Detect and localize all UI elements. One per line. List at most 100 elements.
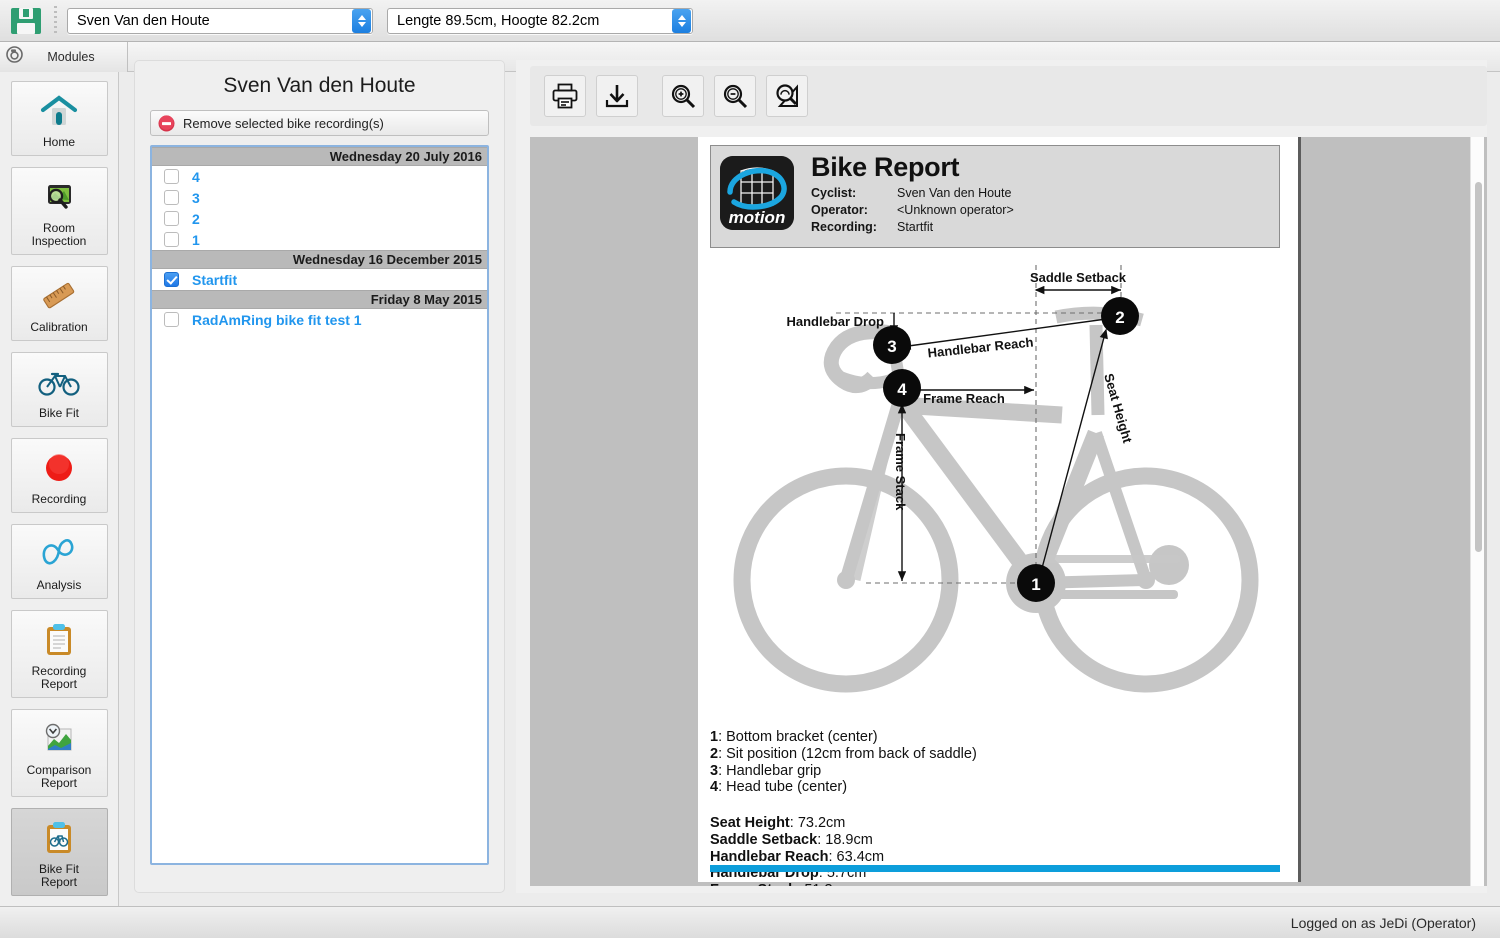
modules-icon xyxy=(6,46,23,68)
list-item[interactable]: Startfit xyxy=(152,269,487,290)
list-item-label: 1 xyxy=(192,231,200,248)
measurement-value: 63.4cm xyxy=(836,848,885,865)
measurement-row: Handlebar Reach: 63.4cm xyxy=(710,848,885,865)
scrollbar-thumb[interactable] xyxy=(1475,182,1482,552)
sidebar-item-calibration[interactable]: Calibration xyxy=(10,266,108,341)
sidebar-item-recording[interactable]: Recording xyxy=(10,438,108,513)
label-handlebar-reach: Handlebar Reach xyxy=(927,335,1034,361)
measurement-row: Frame Stack: 51.3cm xyxy=(710,882,884,886)
top-toolbar: Sven Van den Houte Lengte 89.5cm, Hoogte… xyxy=(0,0,1500,42)
cyclist-select[interactable]: Sven Van den Houte xyxy=(67,7,373,34)
cyclist-stepper-icon[interactable] xyxy=(352,8,371,33)
list-item-checkbox[interactable] xyxy=(164,211,179,226)
tab-modules[interactable]: Modules xyxy=(0,42,128,72)
download-button[interactable] xyxy=(596,75,638,117)
zoom-out-button[interactable] xyxy=(714,75,756,117)
remove-recordings-label: Remove selected bike recording(s) xyxy=(183,115,384,131)
modules-sidebar: Home Room Inspection Calibration Bike Fi… xyxy=(0,72,119,906)
comparison-chart-icon xyxy=(41,719,77,759)
meta-value: <Unknown operator> xyxy=(897,203,1014,217)
report-toolbar xyxy=(530,66,1487,126)
calibration-ruler-icon xyxy=(39,276,79,316)
sidebar-item-home-label: Home xyxy=(42,135,75,149)
status-bar: Logged on as JeDi (Operator) xyxy=(0,906,1500,938)
list-item[interactable]: 2 xyxy=(152,208,487,229)
report-page: motion Bike Report Cyclist: Sven Van den… xyxy=(698,137,1298,886)
legend-line-1: 1: Bottom bracket (center) xyxy=(710,729,977,746)
motion-logo-icon: motion xyxy=(720,156,794,230)
remove-recordings-button[interactable]: Remove selected bike recording(s) xyxy=(150,110,489,136)
report-scroll-view[interactable]: motion Bike Report Cyclist: Sven Van den… xyxy=(530,137,1487,886)
measurement-value: 18.9cm xyxy=(825,831,873,848)
sidebar-item-calibration-label: Calibration xyxy=(30,320,88,334)
legend-line-3: 3: Handlebar grip xyxy=(710,763,977,780)
meta-key: Recording: xyxy=(811,220,877,234)
list-item-checkbox[interactable] xyxy=(164,169,179,184)
bicycle-icon xyxy=(38,362,80,402)
zoom-fit-icon xyxy=(776,84,798,107)
sidebar-item-bike-fit[interactable]: Bike Fit xyxy=(10,352,108,427)
marker-3: 3 xyxy=(887,337,896,356)
sidebar-item-bike-fit-report[interactable]: Bike Fit Report xyxy=(10,808,108,896)
measurement-key: Seat Height xyxy=(710,815,790,831)
remove-minus-icon xyxy=(158,114,175,132)
list-item[interactable]: 3 xyxy=(152,187,487,208)
status-bar-text: Logged on as JeDi (Operator) xyxy=(1290,914,1476,931)
analysis-curve-icon xyxy=(38,534,80,574)
report-header: motion Bike Report Cyclist: Sven Van den… xyxy=(710,145,1280,248)
list-item[interactable]: 4 xyxy=(152,166,487,187)
sidebar-item-comparison-report[interactable]: Comparison Report xyxy=(10,709,108,797)
marker-1: 1 xyxy=(1031,575,1040,594)
list-item[interactable]: RadAmRing bike fit test 1 xyxy=(152,309,487,330)
report-vertical-scrollbar[interactable] xyxy=(1470,137,1484,886)
bike-size-select[interactable]: Lengte 89.5cm, Hoogte 82.2cm xyxy=(387,7,693,34)
print-button[interactable] xyxy=(544,75,586,117)
legend-text: : Head tube (center) xyxy=(718,779,848,796)
list-item-checkbox[interactable] xyxy=(164,232,179,247)
measurement-key: Frame Stack xyxy=(710,882,796,886)
list-group-header: Friday 8 May 2015 xyxy=(152,290,487,309)
list-item-label: 3 xyxy=(192,189,200,206)
sidebar-item-recording-report[interactable]: Recording Report xyxy=(10,610,108,698)
sidebar-item-recording-label: Recording xyxy=(31,492,87,506)
zoom-in-button[interactable] xyxy=(662,75,704,117)
label-saddle-setback: Saddle Setback xyxy=(1030,270,1127,285)
toolbar-separator xyxy=(54,5,57,36)
cyclist-select-value: Sven Van den Houte xyxy=(77,12,210,29)
measurements-list: Seat Height: 73.2cm Saddle Setback: 18.9… xyxy=(710,815,884,886)
bike-size-stepper-icon[interactable] xyxy=(672,8,691,33)
list-group-header-date: Friday 8 May 2015 xyxy=(370,292,482,307)
sidebar-item-home[interactable]: Home xyxy=(10,81,108,156)
bike-silhouette xyxy=(733,306,1259,693)
meta-row-recording: Recording: Startfit xyxy=(811,220,1014,234)
measurement-key: Saddle Setback xyxy=(710,831,818,848)
list-item[interactable]: 1 xyxy=(152,229,487,250)
legend-line-4: 4: Head tube (center) xyxy=(710,779,977,796)
sidebar-item-room-inspection[interactable]: Room Inspection xyxy=(10,167,108,255)
report-accent-bar xyxy=(710,865,1280,872)
sidebar-item-comparison-report-label: Comparison Report xyxy=(26,763,92,790)
meta-row-operator: Operator: <Unknown operator> xyxy=(811,203,1014,217)
motion-logo-text: motion xyxy=(729,208,786,227)
measurement-value: 73.2cm xyxy=(797,815,846,831)
list-group-header-date: Wednesday 16 December 2015 xyxy=(292,252,482,267)
list-item-checkbox[interactable] xyxy=(164,190,179,205)
label-frame-stack: Frame Stack xyxy=(893,433,908,511)
sidebar-item-analysis[interactable]: Analysis xyxy=(10,524,108,599)
sidebar-item-room-inspection-label: Room Inspection xyxy=(31,221,87,248)
marker-2: 2 xyxy=(1115,308,1124,327)
legend-text: : Handlebar grip xyxy=(718,762,822,779)
zoom-fit-button[interactable] xyxy=(766,75,808,117)
room-inspection-icon xyxy=(39,177,79,217)
recordings-list[interactable]: Wednesday 20 July 2016 4 3 2 1 Wednesday… xyxy=(150,145,489,865)
list-group-header: Wednesday 20 July 2016 xyxy=(152,147,487,166)
list-item-checkbox[interactable] xyxy=(164,272,179,287)
meta-key: Operator: xyxy=(811,203,868,217)
list-item-checkbox[interactable] xyxy=(164,312,179,327)
label-seat-height: Seat Height xyxy=(1101,372,1135,446)
page-title: Bike Report xyxy=(811,152,960,182)
save-button[interactable] xyxy=(0,0,52,42)
meta-value: Sven Van den Houte xyxy=(897,186,1012,200)
meta-row-cyclist: Cyclist: Sven Van den Houte xyxy=(811,186,1014,200)
sidebar-item-bike-fit-report-label: Bike Fit Report xyxy=(38,862,79,889)
